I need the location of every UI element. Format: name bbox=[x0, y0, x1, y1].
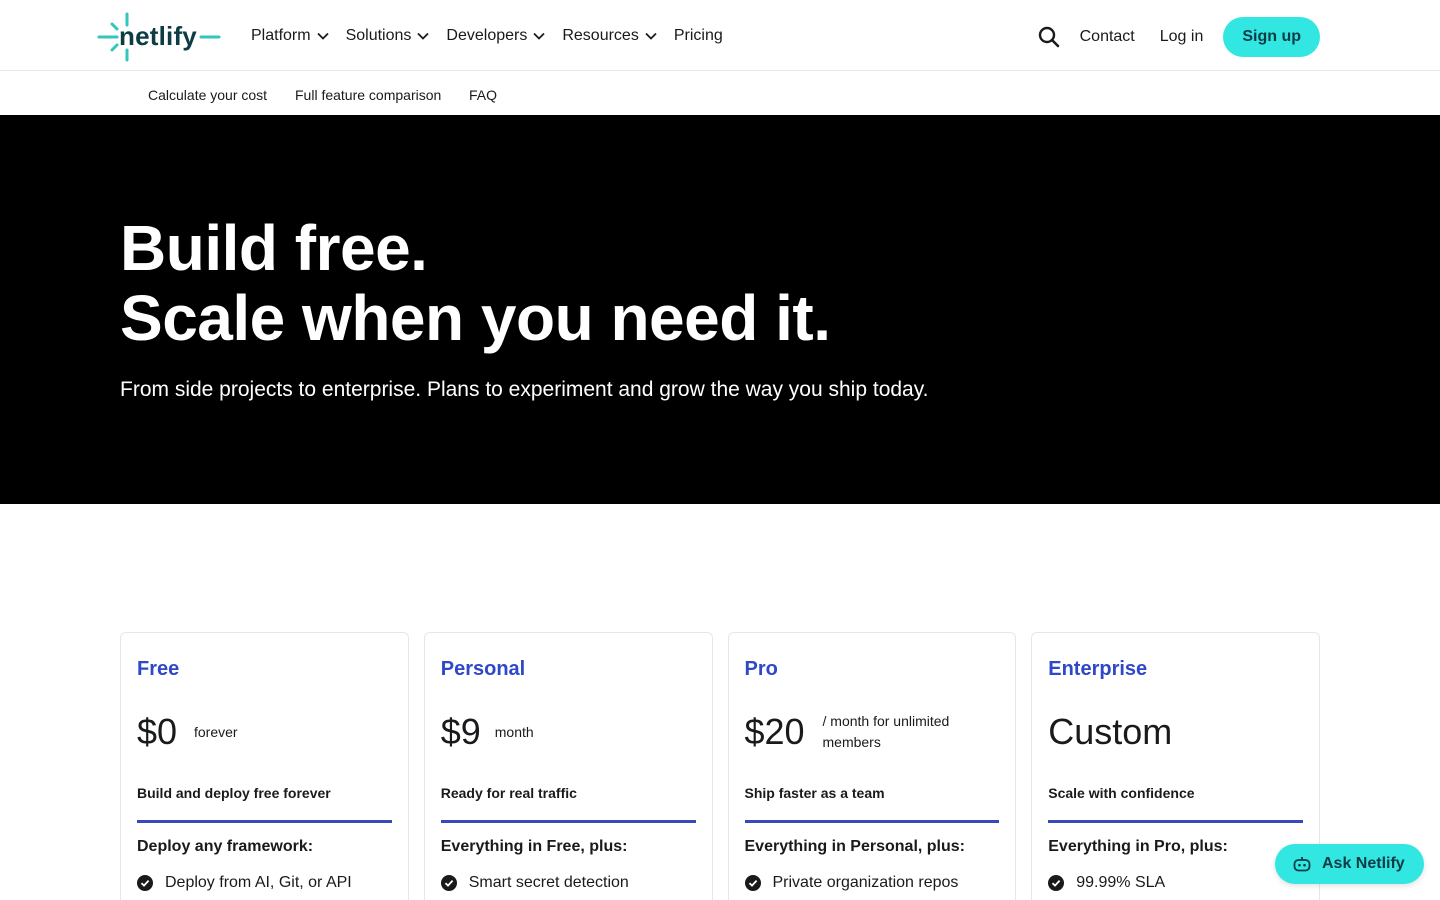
hero-title: Build free. Scale when you need it. bbox=[120, 212, 831, 354]
check-circle-icon bbox=[744, 875, 761, 891]
plan-divider bbox=[440, 820, 696, 823]
plan-name: Free bbox=[137, 658, 180, 680]
plan-card-personal: Personal $9 month Ready for real traffic… bbox=[423, 632, 713, 900]
plan-tagline: Scale with confidence bbox=[1048, 785, 1195, 801]
plan-features-heading: Everything in Free, plus: bbox=[440, 838, 628, 855]
plan-name: Pro bbox=[744, 658, 778, 680]
plan-price: $9 bbox=[440, 711, 481, 752]
nav-item-label: Pricing bbox=[673, 27, 723, 44]
contact-link[interactable]: Contact bbox=[1080, 28, 1135, 46]
plan-feature-item: Smart secret detection bbox=[440, 874, 629, 892]
plan-divider bbox=[744, 820, 1000, 823]
logo-wordmark: netlify bbox=[119, 21, 197, 51]
check-circle-icon bbox=[1048, 875, 1065, 891]
nav-item-resources[interactable]: Resources bbox=[562, 24, 657, 48]
signup-button[interactable]: Sign up bbox=[1223, 17, 1320, 57]
plan-feature-label: Smart secret detection bbox=[468, 874, 629, 891]
plan-name: Personal bbox=[440, 658, 526, 680]
plan-price-note: month bbox=[494, 724, 534, 740]
plan-price-note: forever bbox=[194, 724, 238, 740]
plan-feature-item: Private organization repos bbox=[744, 874, 959, 892]
netlify-logo[interactable]: netlify bbox=[97, 12, 223, 62]
nav-item-label: Platform bbox=[251, 27, 311, 44]
nav-item-label: Solutions bbox=[345, 27, 412, 44]
ask-netlify-label: Ask Netlify bbox=[1322, 855, 1405, 872]
hero-title-line-2: Scale when you need it. bbox=[120, 282, 831, 354]
plan-feature-label: 99.99% SLA bbox=[1076, 874, 1166, 891]
nav-item-label: Resources bbox=[562, 27, 639, 44]
plan-feature-item: 99.99% SLA bbox=[1048, 874, 1165, 892]
plan-divider bbox=[137, 820, 392, 823]
pricing-cards: Free $0 forever Build and deploy free fo… bbox=[120, 632, 1320, 900]
plan-features-heading: Everything in Pro, plus: bbox=[1048, 838, 1228, 855]
nav-item-platform[interactable]: Platform bbox=[251, 24, 329, 48]
subnav-faq[interactable]: FAQ bbox=[469, 87, 497, 103]
hero-title-line-1: Build free. bbox=[120, 212, 428, 284]
plan-price: Custom bbox=[1048, 711, 1173, 752]
chevron-down-icon bbox=[417, 32, 430, 40]
chevron-down-icon bbox=[316, 32, 329, 40]
top-navigation: netlify Platform Solutions Developers Re… bbox=[0, 0, 1440, 71]
plan-features-heading: Everything in Personal, plus: bbox=[744, 838, 966, 855]
plan-divider bbox=[1048, 820, 1303, 823]
nav-item-developers[interactable]: Developers bbox=[446, 24, 545, 48]
plan-card-free: Free $0 forever Build and deploy free fo… bbox=[120, 632, 409, 900]
nav-item-pricing[interactable]: Pricing bbox=[674, 24, 723, 48]
chevron-down-icon bbox=[645, 32, 657, 40]
bot-icon bbox=[1293, 857, 1311, 872]
nav-item-label: Developers bbox=[446, 27, 528, 44]
main-menu: Platform Solutions Developers Resources … bbox=[251, 24, 740, 48]
nav-item-solutions[interactable]: Solutions bbox=[346, 24, 430, 48]
plan-feature-item: Deploy from AI, Git, or API bbox=[137, 874, 352, 892]
plan-tagline: Build and deploy free forever bbox=[137, 785, 331, 801]
plan-price-note: / month for unlimited members bbox=[822, 713, 950, 750]
plan-tagline: Ready for real traffic bbox=[440, 785, 577, 801]
ask-netlify-button[interactable]: Ask Netlify bbox=[1275, 844, 1424, 884]
plan-name: Enterprise bbox=[1048, 658, 1148, 680]
subnav-feature-comparison[interactable]: Full feature comparison bbox=[295, 87, 441, 103]
check-circle-icon bbox=[440, 875, 457, 891]
login-link[interactable]: Log in bbox=[1160, 28, 1204, 46]
hero-subtitle: From side projects to enterprise. Plans … bbox=[120, 378, 929, 401]
plan-price: $20 bbox=[744, 711, 805, 752]
chevron-down-icon bbox=[533, 32, 545, 40]
plan-card-pro: Pro $20 / month for unlimited members Sh… bbox=[727, 632, 1017, 900]
plan-feature-label: Private organization repos bbox=[772, 874, 959, 891]
search-icon[interactable] bbox=[1038, 26, 1060, 48]
subnav-calculate-cost[interactable]: Calculate your cost bbox=[148, 87, 267, 103]
pricing-subnav: Calculate your cost Full feature compari… bbox=[0, 71, 1440, 115]
hero-section: Build free. Scale when you need it. From… bbox=[0, 115, 1440, 504]
plan-price: $0 bbox=[137, 711, 178, 752]
nav-actions: Contact Log in Sign up bbox=[1038, 17, 1320, 57]
plan-feature-label: Deploy from AI, Git, or API bbox=[165, 874, 352, 891]
plan-tagline: Ship faster as a team bbox=[744, 785, 885, 801]
check-circle-icon bbox=[137, 875, 153, 891]
plan-features-heading: Deploy any framework: bbox=[137, 838, 314, 855]
